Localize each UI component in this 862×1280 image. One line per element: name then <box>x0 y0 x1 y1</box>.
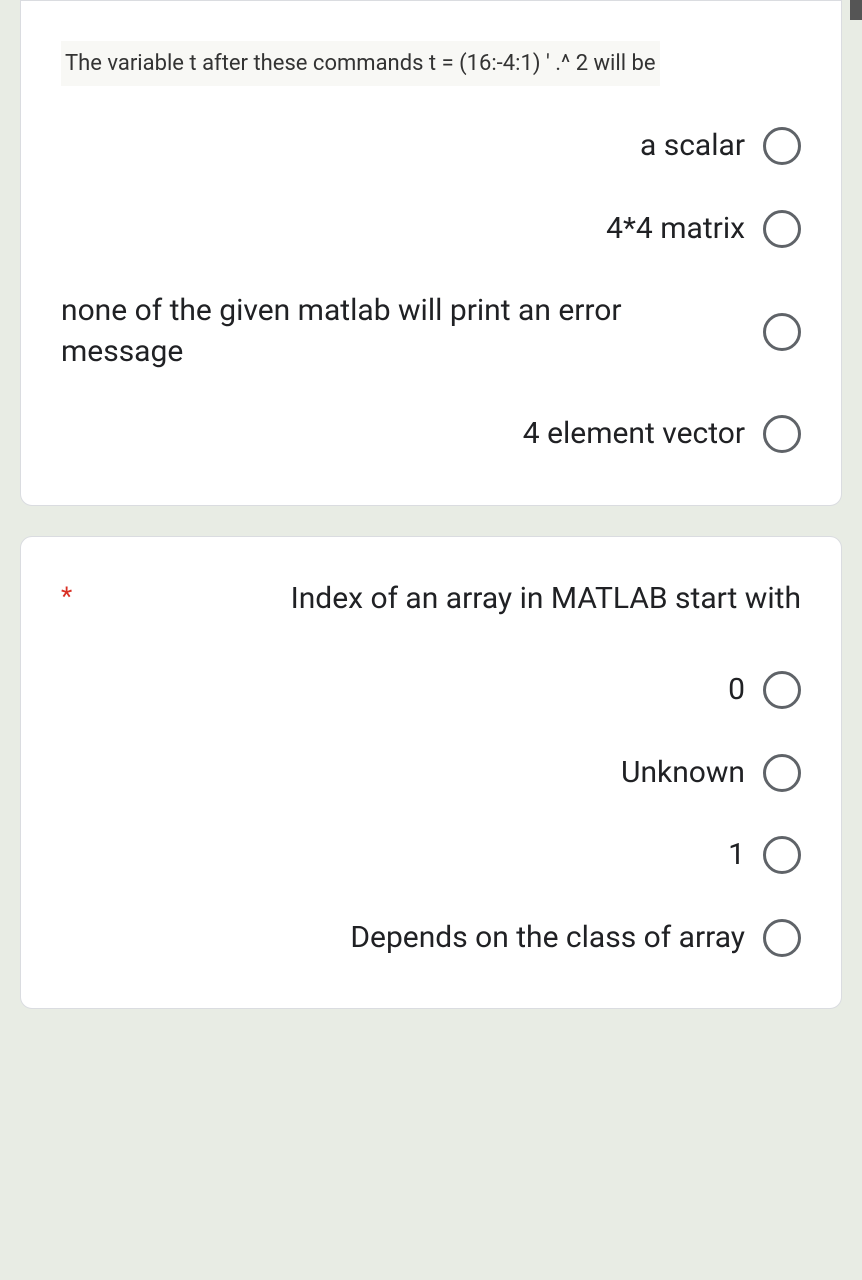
required-asterisk: * <box>61 577 72 615</box>
radio-icon[interactable] <box>763 671 801 709</box>
radio-icon[interactable] <box>763 210 801 248</box>
option-0[interactable]: 0 <box>61 670 801 711</box>
question-card-1: The variable t after these commands t = … <box>20 0 842 506</box>
question-2-prompt: Index of an array in MATLAB start with <box>92 577 801 621</box>
question-2-options: 0 Unknown 1 Depends on the class of arra… <box>61 670 801 958</box>
option-a-scalar[interactable]: a scalar <box>61 126 801 167</box>
radio-icon[interactable] <box>763 919 801 957</box>
option-none-error[interactable]: none of the given matlab will print an e… <box>61 291 801 372</box>
radio-icon[interactable] <box>763 313 801 351</box>
radio-icon[interactable] <box>763 836 801 874</box>
radio-icon[interactable] <box>763 127 801 165</box>
question-1-options: a scalar 4*4 matrix none of the given ma… <box>61 126 801 455</box>
option-unknown[interactable]: Unknown <box>61 753 801 794</box>
radio-icon[interactable] <box>763 415 801 453</box>
option-label: a scalar <box>61 126 745 167</box>
option-depends-class[interactable]: Depends on the class of array <box>61 918 801 959</box>
option-label: 0 <box>61 670 745 711</box>
option-label: Unknown <box>61 753 745 794</box>
option-1[interactable]: 1 <box>61 835 801 876</box>
scrollbar-hint[interactable] <box>850 0 862 20</box>
radio-icon[interactable] <box>763 754 801 792</box>
option-label: none of the given matlab will print an e… <box>61 291 745 372</box>
question-card-2: * Index of an array in MATLAB start with… <box>20 536 842 1010</box>
option-4x4-matrix[interactable]: 4*4 matrix <box>61 209 801 250</box>
option-label: 4 element vector <box>61 414 745 455</box>
option-label: Depends on the class of array <box>61 918 745 959</box>
question-1-prompt: The variable t after these commands t = … <box>61 41 660 86</box>
option-4-element-vector[interactable]: 4 element vector <box>61 414 801 455</box>
option-label: 1 <box>61 835 745 876</box>
question-2-header: * Index of an array in MATLAB start with <box>61 577 801 671</box>
option-label: 4*4 matrix <box>61 209 745 250</box>
